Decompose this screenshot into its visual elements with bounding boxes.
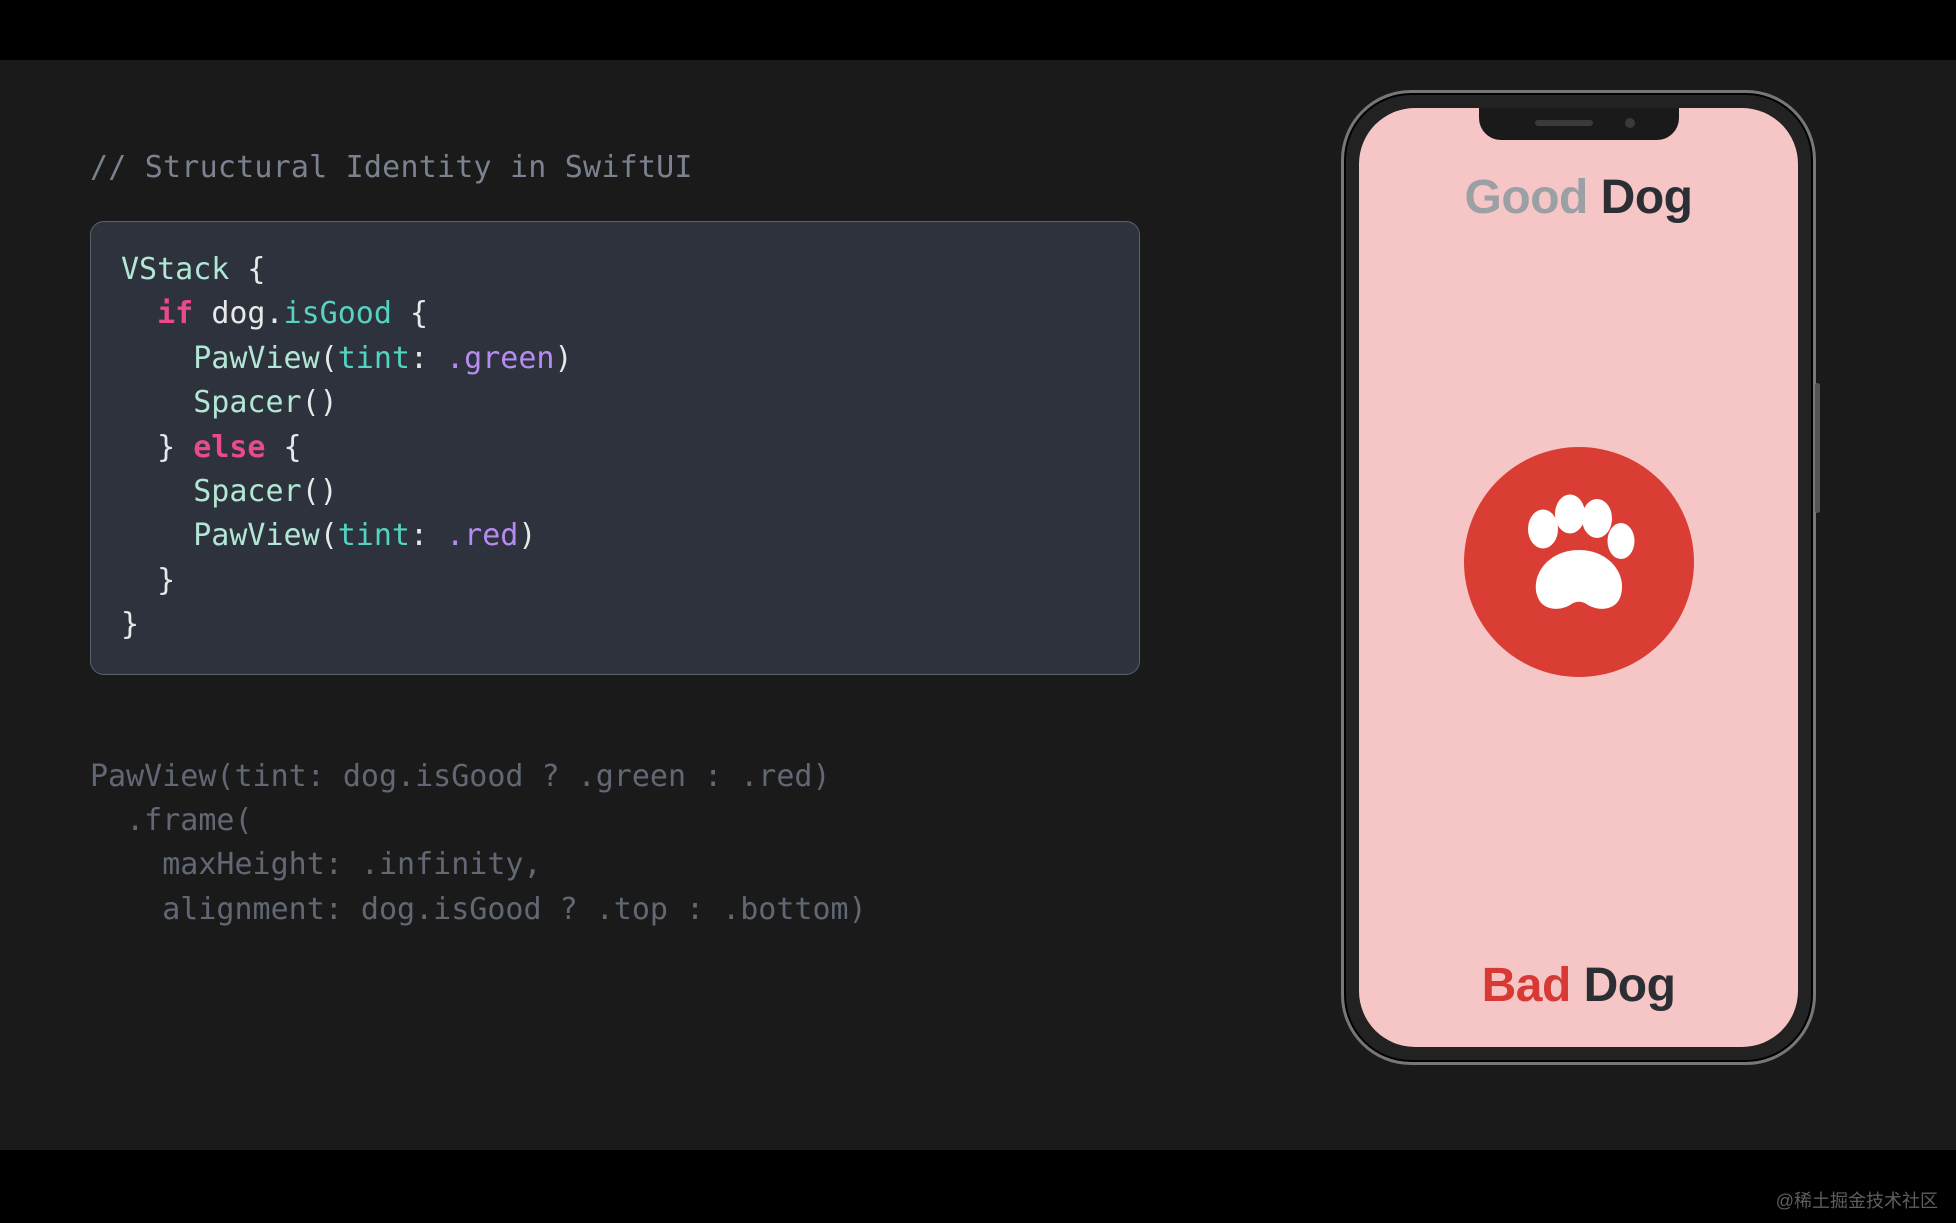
token: : — [410, 518, 446, 553]
indent — [121, 563, 157, 598]
token-param: tint — [338, 518, 410, 553]
indent — [121, 474, 193, 509]
token: () — [302, 474, 338, 509]
phone-screen: Good Dog Bad Dog — [1359, 108, 1798, 1047]
token-type: PawView — [193, 518, 319, 553]
heading-word: Bad — [1482, 959, 1571, 1012]
indent — [121, 430, 157, 465]
code-column: // Structural Identity in SwiftUI VStack… — [90, 150, 1140, 932]
token: } — [121, 607, 139, 642]
dim-line: PawView(tint: dog.isGood ? .green : .red… — [90, 759, 831, 794]
phone-mockup: Good Dog Bad Dog — [1341, 90, 1816, 1065]
indent — [121, 385, 193, 420]
token: { — [392, 296, 428, 331]
token-param: tint — [338, 341, 410, 376]
code-block-primary: VStack { if dog.isGood { PawView(tint: .… — [90, 221, 1140, 675]
token: } — [157, 563, 175, 598]
token: { — [266, 430, 302, 465]
token: ) — [518, 518, 536, 553]
dim-line: .frame( — [90, 803, 253, 838]
token-type: Spacer — [193, 385, 301, 420]
token: dog — [211, 296, 265, 331]
watermark: @稀土掘金技术社区 — [1776, 1187, 1938, 1213]
token-type: PawView — [193, 341, 319, 376]
code-comment: // Structural Identity in SwiftUI — [90, 150, 1140, 185]
slide-stage: // Structural Identity in SwiftUI VStack… — [0, 60, 1956, 1150]
token: ) — [555, 341, 573, 376]
paw-icon — [1464, 447, 1694, 677]
heading-word: Dog — [1571, 959, 1676, 1012]
token: { — [229, 252, 265, 287]
token: . — [266, 296, 284, 331]
token: () — [302, 385, 338, 420]
paw-icon-svg — [1504, 487, 1654, 637]
code-block-dimmed: PawView(tint: dog.isGood ? .green : .red… — [90, 755, 1140, 933]
token: : — [410, 341, 446, 376]
phone-heading-bottom: Bad Dog — [1482, 958, 1676, 1013]
indent — [121, 518, 193, 553]
phone-notch — [1479, 108, 1679, 140]
token-property: isGood — [284, 296, 392, 331]
indent — [121, 296, 157, 331]
heading-word: Good — [1465, 171, 1588, 224]
dim-line: alignment: dog.isGood ? .top : .bottom) — [90, 892, 867, 927]
token-keyword-if: if — [157, 296, 193, 331]
token: } — [157, 430, 193, 465]
indent — [121, 341, 193, 376]
token-type: VStack — [121, 252, 229, 287]
space — [193, 296, 211, 331]
token-enum: .red — [446, 518, 518, 553]
dim-line: maxHeight: .infinity, — [90, 847, 542, 882]
heading-word: Dog — [1588, 171, 1693, 224]
token-enum: .green — [446, 341, 554, 376]
token-type: Spacer — [193, 474, 301, 509]
token-keyword-else: else — [193, 430, 265, 465]
phone-heading-top: Good Dog — [1465, 170, 1693, 225]
token: ( — [320, 518, 338, 553]
token: ( — [320, 341, 338, 376]
